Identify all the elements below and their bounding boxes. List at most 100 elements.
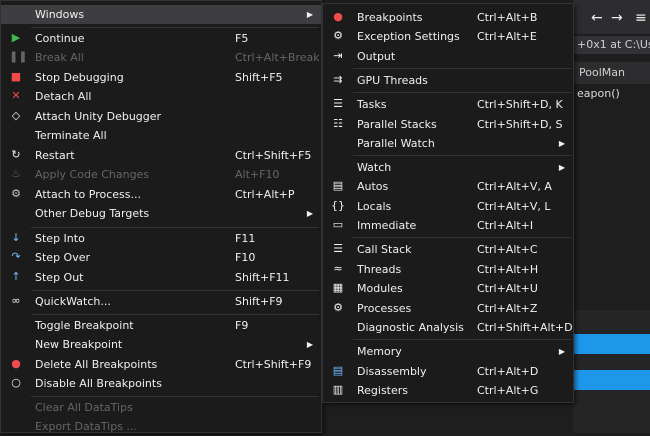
menu-item-label: Output <box>357 50 396 63</box>
windows-submenu-item-modules[interactable]: ▦ Modules Ctrl+Alt+U <box>323 279 573 298</box>
debug-menu-item-detach-all[interactable]: ✕ Detach All <box>1 87 321 106</box>
menu-item-shortcut: Shift+F5 <box>235 71 283 84</box>
selected-row-1 <box>573 334 650 354</box>
menu-item-label: Apply Code Changes <box>35 168 150 181</box>
menu-item-shortcut: F9 <box>235 319 249 332</box>
windows-submenu-item-tasks[interactable]: ☰ Tasks Ctrl+Shift+D, K <box>323 95 573 114</box>
windows-submenu-item-processes[interactable]: ⚙ Processes Ctrl+Alt+Z <box>323 299 573 318</box>
menu-item-label: Detach All <box>35 90 92 103</box>
menu-item-label: Diagnostic Analysis <box>357 321 464 334</box>
menu-item-label: Step Out <box>35 271 84 284</box>
stop-icon: ■ <box>10 70 22 83</box>
debug-menu-item-continue[interactable]: ▶ Continue F5 <box>1 29 321 48</box>
submenu-arrow-icon: ▶ <box>306 209 313 218</box>
windows-submenu-item-threads[interactable]: ≈ Threads Ctrl+Alt+H <box>323 260 573 279</box>
menu-item-shortcut: Ctrl+Alt+I <box>477 219 534 232</box>
tasks-icon: ☰ <box>333 97 343 110</box>
glasses-icon: ∞ <box>11 294 21 307</box>
debug-menu-item-new-breakpoint[interactable]: New Breakpoint ▶ <box>1 335 321 354</box>
debug-menu-item-break-all: ❚❚ Break All Ctrl+Alt+Break <box>1 48 321 67</box>
call-stack-icon: ☰ <box>333 242 343 255</box>
menu-item-shortcut: Ctrl+Alt+Z <box>477 302 538 315</box>
menu-item-windows[interactable]: Windows ▶ <box>1 5 321 24</box>
editor-tab[interactable]: PoolMan <box>573 62 650 84</box>
windows-submenu-item-watch[interactable]: Watch ▶ <box>323 158 573 177</box>
windows-submenu-item-breakpoints[interactable]: ● Breakpoints Ctrl+Alt+B <box>323 8 573 27</box>
step-into-icon: ↓ <box>11 231 21 244</box>
menu-item-label: Immediate <box>357 219 417 232</box>
menu-item-shortcut: F5 <box>235 32 249 45</box>
autos-icon: ▤ <box>332 179 344 192</box>
debug-menu-item-stop-debugging[interactable]: ■ Stop Debugging Shift+F5 <box>1 68 321 87</box>
menu-item-label: Clear All DataTips <box>35 401 133 414</box>
windows-submenu-item-memory[interactable]: Memory ▶ <box>323 342 573 361</box>
debug-menu-item-step-over[interactable]: ↷ Step Over F10 <box>1 248 321 267</box>
windows-submenu-item-disassembly[interactable]: ▤ Disassembly Ctrl+Alt+D <box>323 362 573 381</box>
menu-separator <box>31 290 319 291</box>
forward-arrow-icon[interactable]: → <box>611 10 623 26</box>
menu-item-shortcut: Ctrl+Alt+H <box>477 263 539 276</box>
menu-item-label: Other Debug Targets <box>35 207 150 220</box>
debug-menu-item-restart[interactable]: ↻ Restart Ctrl+Shift+F5 <box>1 146 321 165</box>
windows-submenu: ● Breakpoints Ctrl+Alt+B ⚙ Exception Setting… <box>322 3 574 403</box>
menu-item-shortcut: Ctrl+Shift+F9 <box>235 358 312 371</box>
breakpoints-icon: ● <box>333 10 343 23</box>
windows-submenu-item-diagnostic-analysis[interactable]: Diagnostic Analysis Ctrl+Shift+Alt+D <box>323 318 573 337</box>
submenu-arrow-icon: ▶ <box>558 347 565 356</box>
menu-item-label: Continue <box>35 32 85 45</box>
debug-menu-item-disable-all-breakpoints[interactable]: ○ Disable All Breakpoints <box>1 374 321 393</box>
debug-menu-item-clear-all-datatips: Clear All DataTips <box>1 398 321 417</box>
debug-menu-item-other-debug-targets[interactable]: Other Debug Targets ▶ <box>1 204 321 223</box>
windows-submenu-item-immediate[interactable]: ▭ Immediate Ctrl+Alt+I <box>323 216 573 235</box>
menu-lines-icon[interactable]: ≡ <box>635 10 647 26</box>
pause-icon: ❚❚ <box>9 50 28 63</box>
menu-item-shortcut: Ctrl+Alt+U <box>477 282 538 295</box>
debug-menu-item-terminate-all[interactable]: Terminate All <box>1 126 321 145</box>
menu-item-label: Autos <box>357 180 389 193</box>
locals-icon: {} <box>331 199 345 212</box>
windows-submenu-item-parallel-watch[interactable]: Parallel Watch ▶ <box>323 134 573 153</box>
menu-item-label: Memory <box>357 345 402 358</box>
menu-item-label: Delete All Breakpoints <box>35 358 158 371</box>
menu-item-shortcut: Ctrl+Alt+E <box>477 30 537 43</box>
back-arrow-icon[interactable]: ← <box>591 10 603 26</box>
windows-submenu-item-gpu-threads[interactable]: ⇉ GPU Threads <box>323 71 573 90</box>
menu-item-label: Exception Settings <box>357 30 460 43</box>
menu-separator <box>31 227 319 228</box>
windows-submenu-item-locals[interactable]: {} Locals Ctrl+Alt+V, L <box>323 197 573 216</box>
menu-item-shortcut: Ctrl+Alt+C <box>477 243 538 256</box>
windows-submenu-item-call-stack[interactable]: ☰ Call Stack Ctrl+Alt+C <box>323 240 573 259</box>
windows-submenu-item-registers[interactable]: ▥ Registers Ctrl+Alt+G <box>323 381 573 400</box>
modules-icon: ▦ <box>332 281 344 294</box>
menu-item-label: Windows <box>35 8 85 21</box>
menu-item-label: New Breakpoint <box>35 338 123 351</box>
location-combo[interactable]: +0x1 at C:\Us <box>573 36 650 54</box>
windows-submenu-item-output[interactable]: ⇥ Output <box>323 47 573 66</box>
exception-icon: ⚙ <box>333 29 343 42</box>
menu-item-shortcut: F10 <box>235 251 256 264</box>
debug-menu-item-step-out[interactable]: ↑ Step Out Shift+F11 <box>1 268 321 287</box>
windows-submenu-item-parallel-stacks[interactable]: ☷ Parallel Stacks Ctrl+Shift+D, S <box>323 115 573 134</box>
windows-submenu-item-exception-settings[interactable]: ⚙ Exception Settings Ctrl+Alt+E <box>323 27 573 46</box>
menu-item-label: QuickWatch... <box>35 295 111 308</box>
menu-separator <box>31 314 319 315</box>
menu-item-label: Locals <box>357 200 392 213</box>
submenu-arrow-icon: ▶ <box>306 10 313 19</box>
debug-menu-item-delete-all-breakpoints[interactable]: ● Delete All Breakpoints Ctrl+Shift+F9 <box>1 355 321 374</box>
windows-submenu-item-autos[interactable]: ▤ Autos Ctrl+Alt+V, A <box>323 177 573 196</box>
debug-menu-item-apply-code-changes: ♨ Apply Code Changes Alt+F10 <box>1 165 321 184</box>
menu-item-label: Step Into <box>35 232 85 245</box>
debug-menu-item-attach-to-process[interactable]: ⚙ Attach to Process... Ctrl+Alt+P <box>1 185 321 204</box>
debug-menu-item-quickwatch[interactable]: ∞ QuickWatch... Shift+F9 <box>1 292 321 311</box>
submenu-arrow-icon: ▶ <box>558 163 565 172</box>
gpu-threads-icon: ⇉ <box>333 73 343 86</box>
menu-item-label: Disassembly <box>357 365 427 378</box>
menu-separator <box>31 27 319 28</box>
threads-icon: ≈ <box>333 262 343 275</box>
debug-menu-item-step-into[interactable]: ↓ Step Into F11 <box>1 229 321 248</box>
debug-menu-item-toggle-breakpoint[interactable]: Toggle Breakpoint F9 <box>1 316 321 335</box>
submenu-arrow-icon: ▶ <box>558 139 565 148</box>
debug-menu-item-attach-unity-debugger[interactable]: ◇ Attach Unity Debugger <box>1 107 321 126</box>
menu-item-label: Registers <box>357 384 409 397</box>
unity-icon: ◇ <box>11 109 21 122</box>
